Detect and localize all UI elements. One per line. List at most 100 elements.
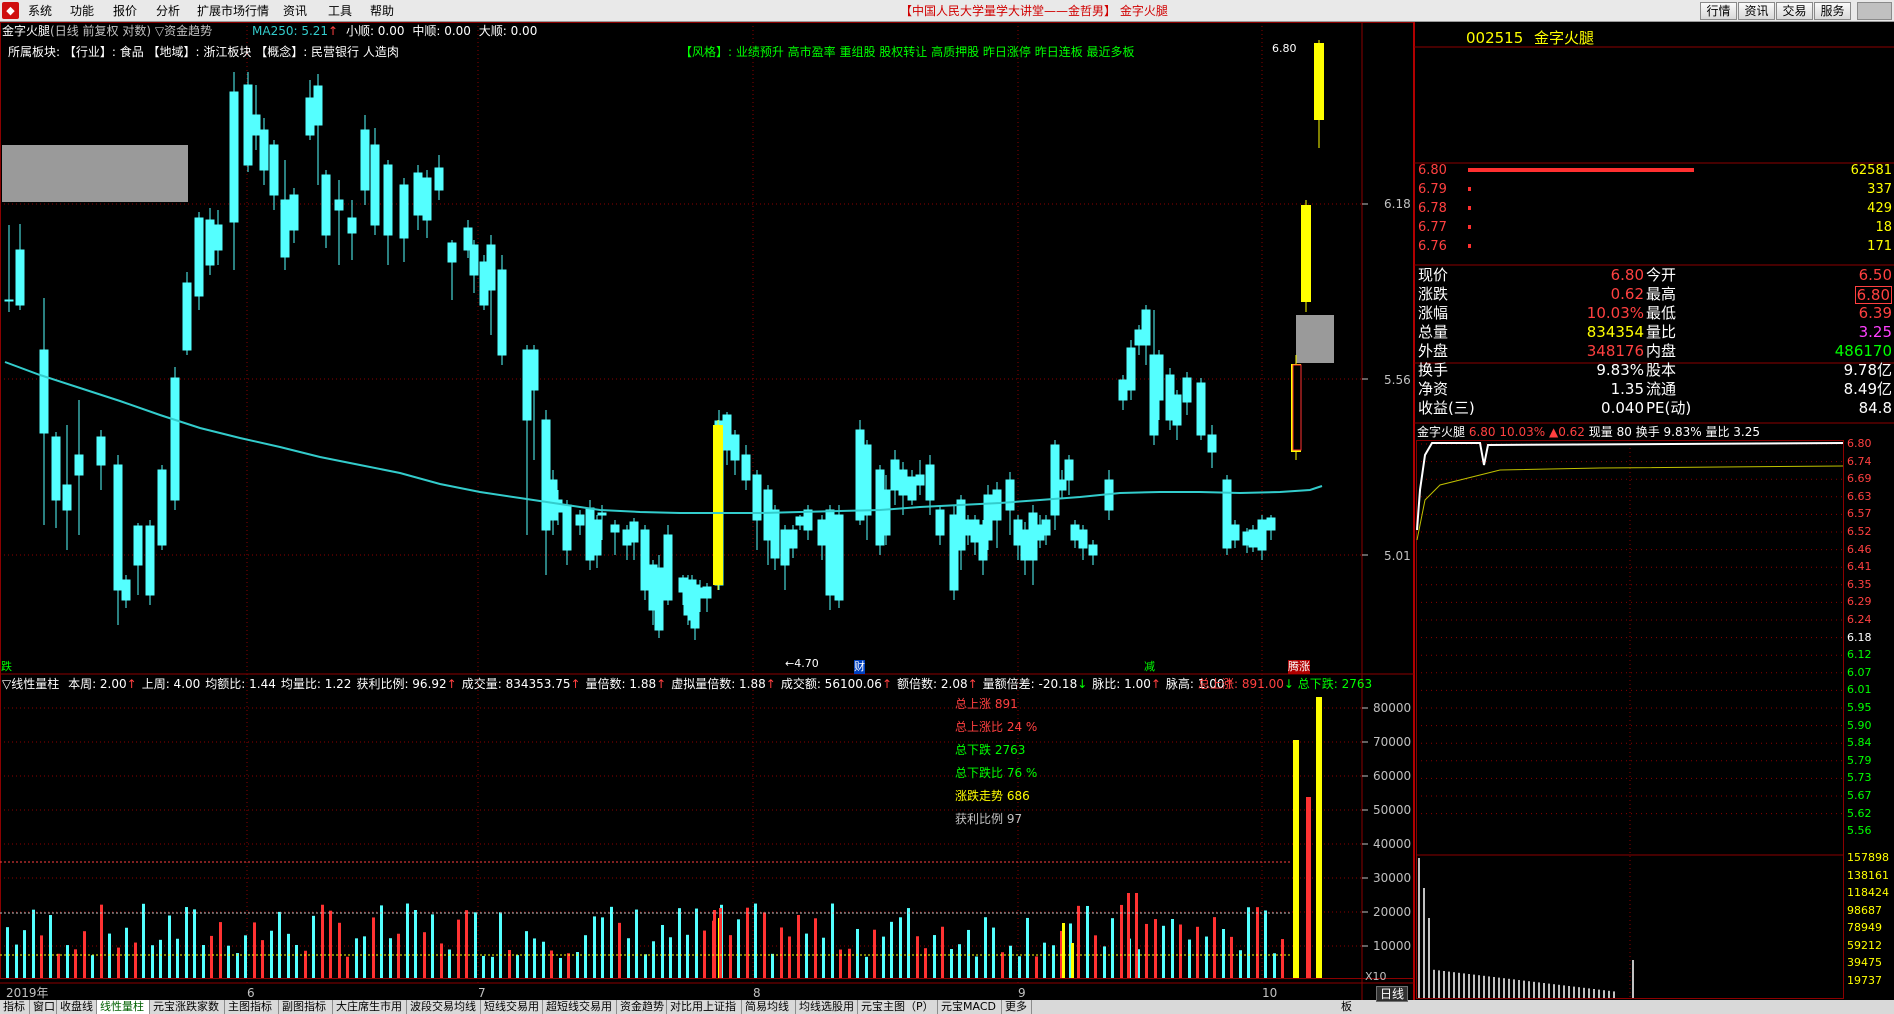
quote-row: 涨跌 0.62 最高 6.80 [1416, 285, 1894, 304]
price-axis-label: 6.18 [1384, 197, 1411, 211]
app-logo-icon[interactable]: ◆ [2, 2, 19, 19]
volume-bar [74, 949, 77, 978]
candle-body [817, 519, 827, 546]
menu-analysis[interactable]: 分析 [156, 3, 180, 19]
quote-cell: 6.80 [1854, 286, 1892, 304]
event-marker[interactable]: 跌 [1, 660, 12, 674]
bottom-tab[interactable]: 元宝MACD [938, 1000, 1002, 1014]
bottom-tab[interactable]: 收盘线 [57, 1000, 97, 1014]
mini-volume-label: 118424 [1847, 886, 1889, 899]
mini-price-label: 5.90 [1847, 718, 1872, 732]
bottom-tab[interactable]: 超短线交易用 [543, 1000, 617, 1014]
stat-trend: 涨跌走势 686 [955, 789, 1030, 803]
window-controls[interactable] [1857, 2, 1892, 20]
candle-body [497, 269, 507, 356]
reduce-marker[interactable]: 减 [1144, 660, 1155, 674]
volume-header: ▽线性量柱 本周: 2.00↑ 上周: 4.00 均额比: 1.44 均量比: 1.2… [2, 677, 1235, 691]
service-button[interactable]: 服务 [1814, 2, 1851, 20]
volume-bar [117, 947, 120, 978]
menu-quote[interactable]: 报价 [113, 3, 137, 19]
menu-function[interactable]: 功能 [70, 3, 94, 19]
news-button[interactable]: 资讯 [1738, 2, 1775, 20]
bottom-tab[interactable]: 短线交易用 [481, 1000, 543, 1014]
menu-help[interactable]: 帮助 [370, 3, 394, 19]
daily-period-button[interactable]: 日线 [1376, 986, 1409, 1002]
stock-name-label[interactable]: 金字火腿 [2, 24, 50, 38]
stock-code: 002515 [1466, 29, 1524, 47]
candle-body [370, 144, 380, 226]
bottom-tab[interactable]: 主图指标 [225, 1000, 279, 1014]
volume-bar [1264, 910, 1267, 978]
bottom-tab[interactable]: 窗口 [30, 1000, 57, 1014]
candle-body [1141, 309, 1151, 346]
mini-price-label: 5.79 [1847, 753, 1872, 767]
mini-volume-bar [1423, 888, 1425, 998]
bottom-tab[interactable]: 资金趋势 [617, 1000, 667, 1014]
candle-body [145, 525, 155, 596]
volume-bar [831, 903, 834, 978]
volume-bar [440, 943, 443, 978]
menu-system[interactable]: 系统 [28, 3, 52, 19]
candle-body [399, 184, 409, 239]
volume-bar [848, 948, 851, 978]
volume-bar [882, 936, 885, 978]
volume-indicator-title[interactable]: ▽线性量柱 [2, 677, 59, 691]
candle-body [770, 509, 780, 559]
volume-bar [491, 956, 494, 978]
ask-price: 6.77 [1418, 220, 1447, 235]
ask-price: 6.80 [1418, 163, 1447, 178]
mini-volume-bar [1573, 986, 1575, 998]
candle-body [915, 474, 925, 486]
trade-button[interactable]: 交易 [1776, 2, 1813, 20]
volume-bar [1043, 942, 1046, 978]
big-shun-value: 大顺: 0.00 [478, 24, 538, 38]
mini-price-label: 6.12 [1847, 648, 1872, 662]
volume-bar [151, 945, 154, 978]
surge-marker[interactable]: 腾涨 [1288, 660, 1310, 674]
volume-bar-marked [1127, 893, 1130, 978]
candle-body [229, 91, 239, 223]
mini-volume-bar [1458, 972, 1460, 998]
bottom-tab[interactable]: 大庄席生市用 [333, 1000, 407, 1014]
orderbook-row[interactable]: 6.76 171 [1416, 237, 1894, 256]
bottom-tab[interactable]: 元宝涨跌家数 [150, 1000, 225, 1014]
volume-bar [967, 929, 970, 978]
candle-body [74, 454, 84, 476]
small-shun-value: 小顺: 0.00 [345, 24, 405, 38]
candle-body [898, 469, 908, 496]
mini-volume-bar [1443, 971, 1445, 998]
mini-price-label: 6.18 [1847, 630, 1872, 644]
bottom-tab[interactable]: 副图指标 [279, 1000, 333, 1014]
bottom-tab[interactable]: 均线选股用 [796, 1000, 858, 1014]
volume-bar [822, 937, 825, 978]
bottom-tab[interactable]: 线性量柱 [97, 1000, 150, 1014]
orderbook-row[interactable]: 6.77 18 [1416, 218, 1894, 237]
candle-body [1182, 377, 1192, 403]
bottom-tab[interactable]: 简易均线 [742, 1000, 796, 1014]
indicator-label[interactable]: ▽资金趋势 [155, 24, 212, 38]
bottom-tab[interactable]: 对比用上证指 [667, 1000, 742, 1014]
bottom-tab[interactable]: 指标 [0, 1000, 30, 1014]
bottom-tab[interactable]: 更多 [1002, 1000, 1032, 1014]
volume-bar [567, 953, 570, 978]
menu-extended-market[interactable]: 扩展市场行情 [197, 3, 269, 19]
orderbook-row[interactable]: 6.80 62581 [1416, 161, 1894, 180]
board-button[interactable]: 板 [1338, 1000, 1355, 1014]
volume-bar [814, 918, 817, 978]
bottom-tab[interactable]: 波段交易均线 [407, 1000, 481, 1014]
menu-tools[interactable]: 工具 [328, 3, 352, 19]
chart-mode-label[interactable]: (日线 前复权 对数) [50, 24, 151, 38]
volume-bar [856, 928, 859, 978]
candle-body [4, 299, 14, 302]
mini-volume-bar [1463, 973, 1465, 998]
market-button[interactable]: 行情 [1700, 2, 1737, 20]
volume-bar [1213, 917, 1216, 978]
mini-volume-bar [1603, 990, 1605, 998]
finance-marker[interactable]: 财 [854, 660, 865, 674]
bottom-tab[interactable]: 元宝主图（P） [858, 1000, 938, 1014]
orderbook-row[interactable]: 6.78 429 [1416, 199, 1894, 218]
volume-bar [261, 940, 264, 978]
menu-info[interactable]: 资讯 [283, 3, 307, 19]
orderbook-row[interactable]: 6.79 337 [1416, 180, 1894, 199]
volume-bar [49, 915, 52, 978]
